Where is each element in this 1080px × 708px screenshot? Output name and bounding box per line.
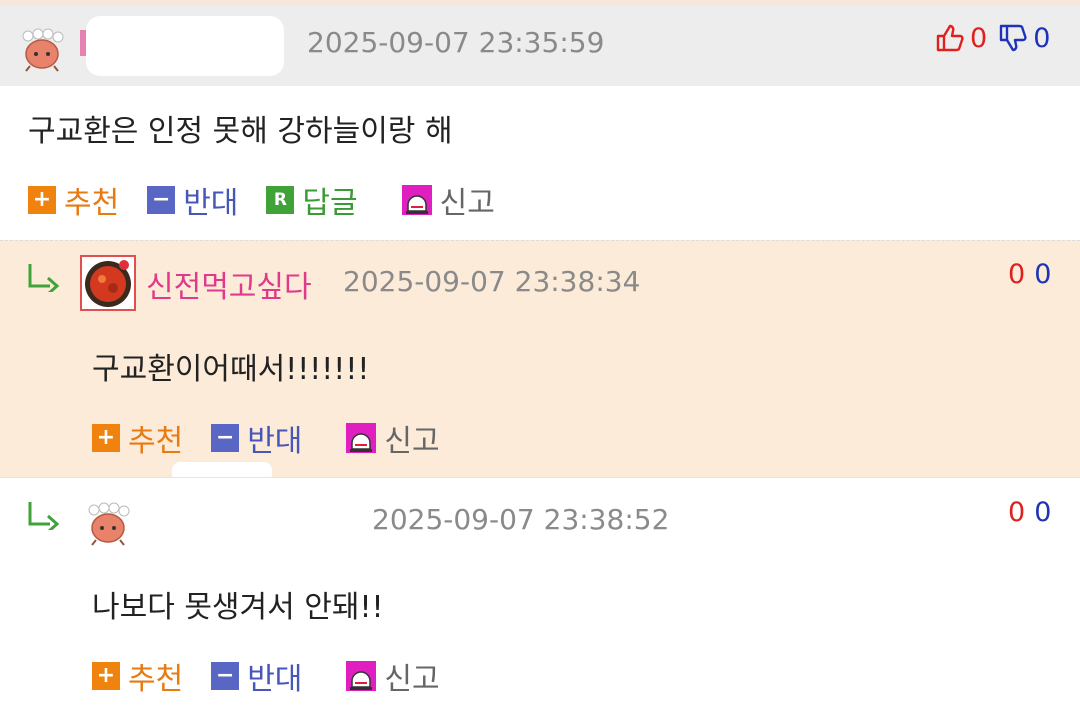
divider (0, 477, 1080, 478)
recommend-label: 추천 (128, 424, 184, 459)
avatar[interactable] (80, 255, 136, 311)
oppose-button[interactable]: − 반대 (147, 178, 238, 222)
comment-actions: + 추천 − 반대 R 답글 신고 (28, 178, 523, 222)
plus-icon: + (92, 662, 120, 690)
siren-icon (401, 185, 432, 215)
oppose-label: 반대 (183, 186, 239, 221)
comment-vote-counts: 0 0 (934, 22, 1050, 54)
reply-arrow-icon (28, 264, 60, 292)
reply-timestamp: 2025-09-07 23:38:34 (343, 265, 641, 298)
oppose-button[interactable]: − 반대 (211, 654, 302, 698)
reply-actions: + 추천 − 반대 신고 (92, 416, 468, 460)
siren-icon (346, 661, 377, 691)
reply-arrow-icon (28, 502, 60, 530)
reply-nickname[interactable]: 신전먹고싶다 (146, 262, 312, 306)
dislike-count: 0 (1034, 259, 1052, 290)
recommend-label: 추천 (64, 186, 120, 221)
like-count: 0 (970, 22, 988, 54)
minus-icon: − (147, 186, 176, 214)
siren-icon (346, 423, 377, 453)
thumbs-down-icon[interactable] (997, 22, 1029, 54)
report-button[interactable]: 신고 (401, 178, 495, 222)
reply-text: 구교환이어때서!!!!!!! (92, 352, 370, 387)
recommend-label: 추천 (128, 662, 184, 697)
report-button[interactable]: 신고 (346, 416, 440, 460)
redacted-nickname (86, 16, 284, 76)
oppose-button[interactable]: − 반대 (211, 416, 302, 460)
report-label: 신고 (384, 424, 440, 459)
avatar[interactable] (18, 24, 66, 72)
recommend-button[interactable]: + 추천 (92, 416, 183, 460)
avatar[interactable] (84, 498, 132, 546)
oppose-label: 반대 (247, 424, 303, 459)
reply-text: 나보다 못생겨서 안돼!! (92, 590, 384, 625)
report-button[interactable]: 신고 (346, 654, 440, 698)
recommend-button[interactable]: + 추천 (92, 654, 183, 698)
comment-timestamp: 2025-09-07 23:35:59 (307, 26, 605, 59)
comment-text: 구교환은 인정 못해 강하늘이랑 해 (28, 114, 453, 149)
dislike-count: 0 (1034, 497, 1052, 528)
redaction-patch (172, 462, 272, 482)
thumbs-up-icon[interactable] (934, 22, 966, 54)
reply-r-icon: R (266, 186, 295, 214)
like-count: 0 (1008, 497, 1026, 528)
report-label: 신고 (384, 662, 440, 697)
reply-timestamp: 2025-09-07 23:38:52 (372, 503, 670, 536)
report-label: 신고 (439, 186, 495, 221)
reply-actions: + 추천 − 반대 신고 (92, 654, 468, 698)
plus-icon: + (92, 424, 120, 452)
minus-icon: − (211, 662, 240, 690)
like-count: 0 (1008, 259, 1026, 290)
dislike-count: 0 (1033, 22, 1051, 54)
oppose-label: 반대 (247, 662, 303, 697)
reply-vote-counts: 0 0 (1008, 259, 1051, 290)
recommend-button[interactable]: + 추천 (28, 178, 119, 222)
reply-label: 답글 (302, 186, 358, 221)
reply-button[interactable]: R 답글 (266, 178, 358, 222)
reply-vote-counts: 0 0 (1008, 497, 1051, 528)
plus-icon: + (28, 186, 56, 214)
minus-icon: − (211, 424, 240, 452)
